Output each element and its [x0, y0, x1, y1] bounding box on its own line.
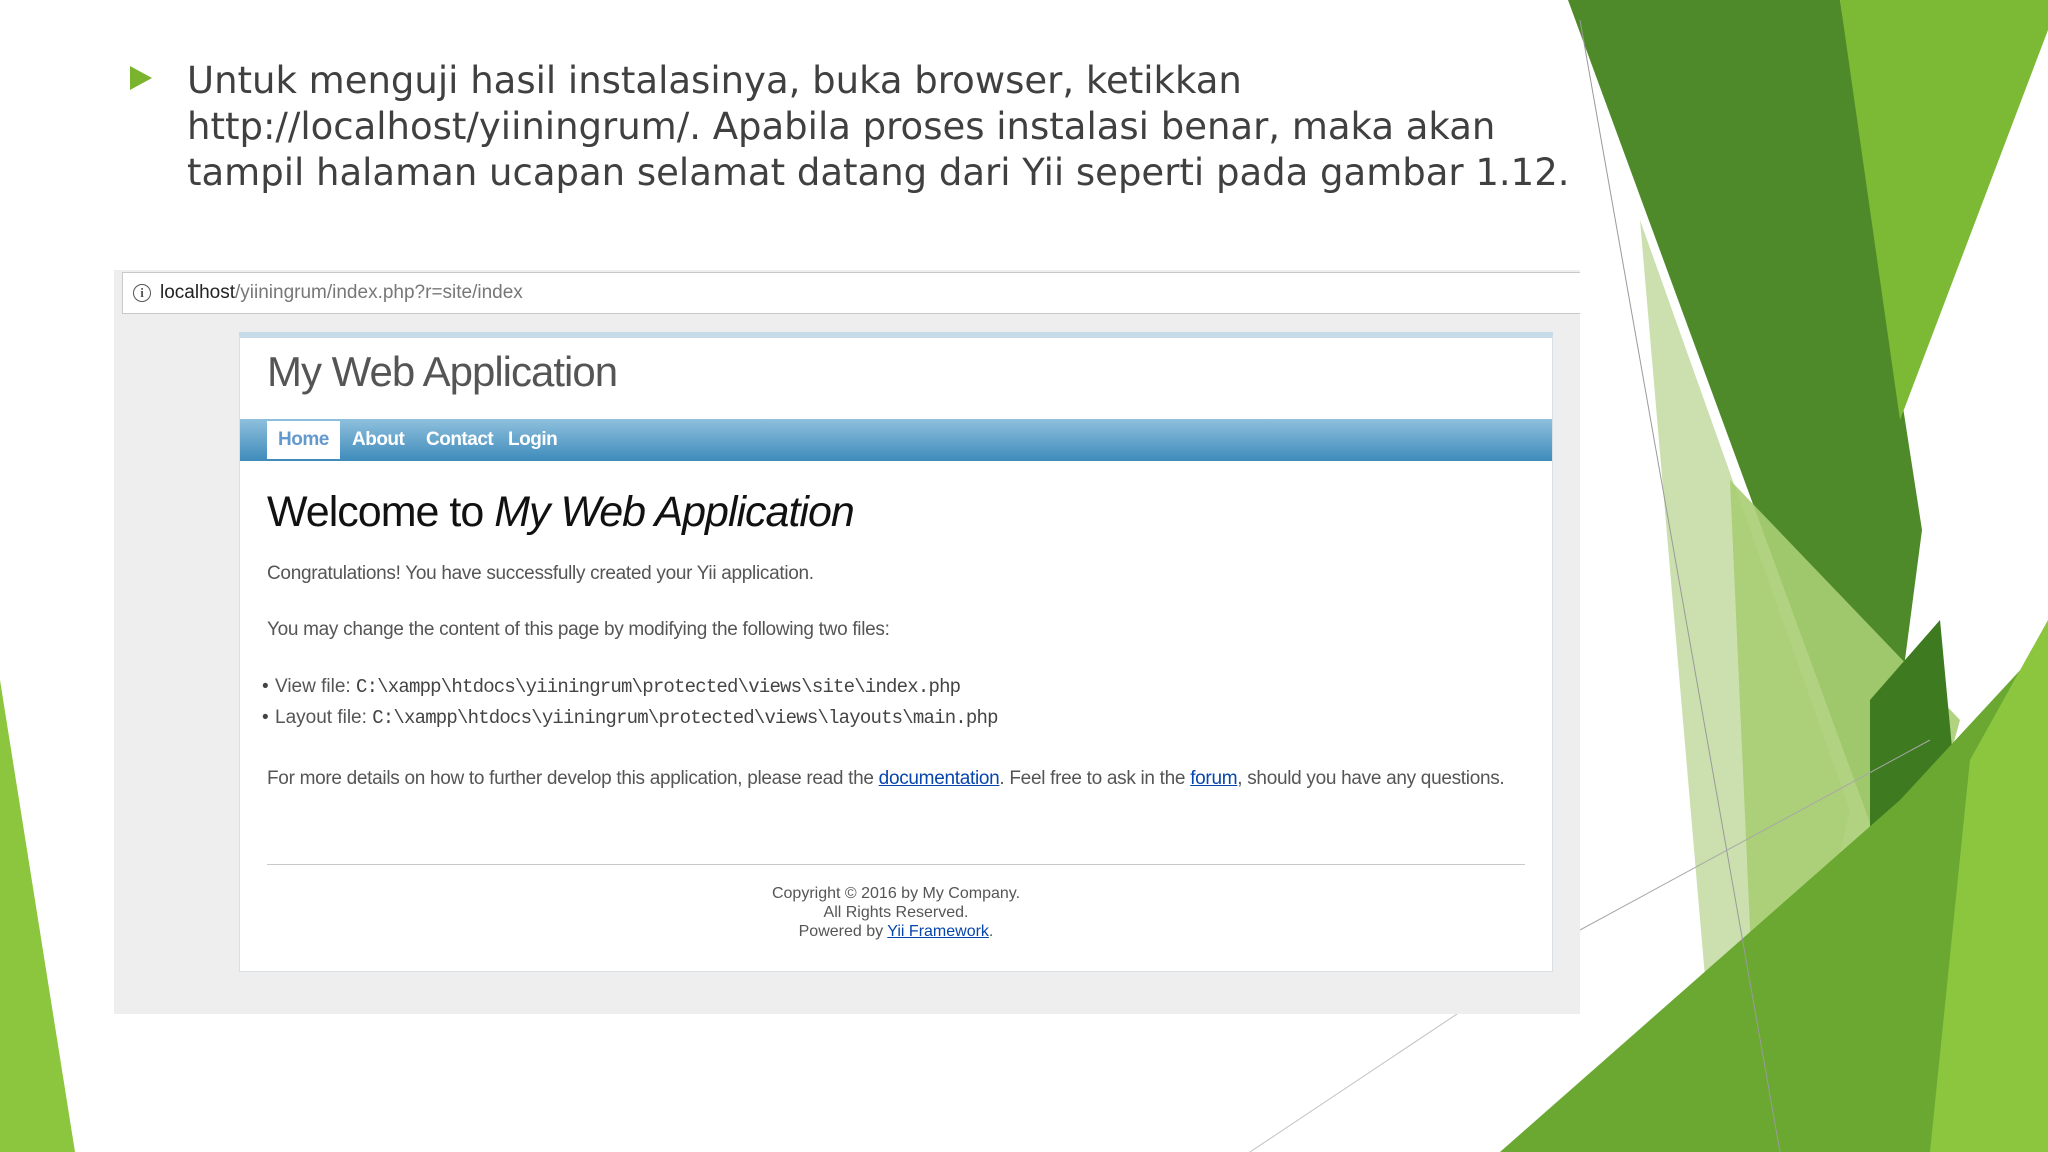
url-host: localhost: [160, 282, 235, 303]
details-text: For more details on how to further devel…: [267, 768, 1505, 790]
nav-contact[interactable]: Contact: [415, 421, 504, 459]
web-page: My Web Application Home About Contact Lo…: [239, 332, 1553, 972]
info-icon[interactable]: i: [133, 284, 151, 302]
address-bar[interactable]: i localhost/yiiningrum/index.php?r=site/…: [122, 272, 1580, 314]
url-text[interactable]: localhost/yiiningrum/index.php?r=site/in…: [160, 282, 523, 304]
list-item-view-file: View file: C:\xampp\htdocs\yiiningrum\pr…: [262, 676, 961, 698]
main-nav: Home About Contact Login: [240, 419, 1552, 461]
nav-login[interactable]: Login: [497, 421, 568, 459]
forum-link[interactable]: forum: [1190, 768, 1237, 789]
details-before: For more details on how to further devel…: [267, 768, 874, 789]
welcome-heading: Welcome to My Web Application: [267, 488, 855, 537]
green-shard-left: [0, 680, 75, 1152]
list-item-layout-file: Layout file: C:\xampp\htdocs\yiiningrum\…: [262, 707, 998, 729]
footer-copyright: Copyright © 2016 by My Company.: [771, 885, 1021, 902]
details-after: , should you have any questions.: [1237, 768, 1505, 789]
powered-suffix: .: [988, 923, 994, 940]
deco-line: [1249, 1011, 1461, 1152]
details-middle: . Feel free to ask in the: [999, 768, 1186, 789]
powered-prefix: Powered by: [798, 923, 884, 940]
site-title: My Web Application: [267, 348, 618, 395]
footer-rights: All Rights Reserved.: [823, 904, 969, 921]
documentation-link[interactable]: documentation: [879, 768, 1000, 789]
layout-file-path: C:\xampp\htdocs\yiiningrum\protected\vie…: [372, 707, 998, 729]
bullet-text: Untuk menguji hasil instalasinya, buka b…: [187, 59, 1570, 194]
nav-about[interactable]: About: [341, 421, 415, 459]
yii-framework-link[interactable]: Yii Framework: [887, 923, 989, 940]
congrats-text: Congratulations! You have successfully c…: [267, 563, 814, 584]
nav-home[interactable]: Home: [267, 421, 340, 459]
view-file-path: C:\xampp\htdocs\yiiningrum\protected\vie…: [355, 676, 961, 698]
change-intro-text: You may change the content of this page …: [267, 619, 890, 640]
footer-divider: [267, 864, 1525, 865]
page-footer: Copyright © 2016 by My Company. All Righ…: [240, 884, 1552, 941]
layout-file-label: Layout file:: [275, 707, 367, 728]
url-path: /yiiningrum/index.php?r=site/index: [235, 282, 523, 303]
browser-screenshot: i localhost/yiiningrum/index.php?r=site/…: [114, 270, 1580, 1014]
footer-powered: Powered by Yii Framework.: [240, 922, 1552, 941]
welcome-app-name: My Web Application: [494, 488, 855, 536]
welcome-prefix: Welcome to: [267, 488, 484, 536]
bullet-arrow-icon: [130, 66, 152, 90]
view-file-label: View file:: [275, 676, 351, 697]
